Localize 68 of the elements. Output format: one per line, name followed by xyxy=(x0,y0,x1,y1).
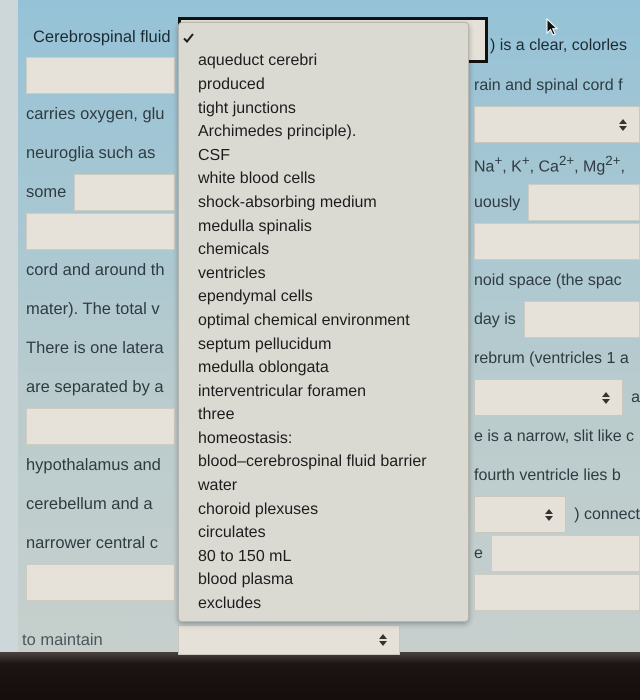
up-down-arrows-icon xyxy=(619,118,627,130)
dropdown-option[interactable]: interventricular foramen xyxy=(179,380,468,404)
worksheet-text: Cerebrospinal fluid xyxy=(33,28,171,47)
dropdown-option[interactable]: water xyxy=(179,474,468,498)
dropdown-option[interactable]: white blood cells xyxy=(179,168,468,192)
dropdown-option[interactable]: choroid plexuses xyxy=(179,498,468,522)
worksheet-text: Na$^{+}$, K$^{+}$, Ca$^{2+}$, Mg$^{2+}$, xyxy=(474,152,625,176)
dropdown-option[interactable]: three xyxy=(179,404,468,428)
worksheet-text: mater). The total v xyxy=(26,300,160,319)
worksheet-text: fourth ventricle lies b xyxy=(474,466,621,485)
dropdown-option[interactable]: ependymal cells xyxy=(179,286,468,310)
worksheet-text: carries oxygen, glu xyxy=(26,105,164,124)
worksheet-text: hypothalamus and xyxy=(26,456,161,475)
dropdown-option[interactable]: blood–cerebrospinal fluid barrier xyxy=(179,450,468,474)
dropdown-option[interactable]: shock-absorbing medium xyxy=(179,191,468,215)
worksheet-text: narrower central c xyxy=(26,534,158,553)
dropdown-option[interactable]: medulla spinalis xyxy=(179,214,468,238)
answer-field[interactable] xyxy=(26,564,175,601)
worksheet-text: rebrum (ventricles 1 a xyxy=(474,349,629,368)
dropdown-option[interactable]: optimal chemical environment xyxy=(179,309,468,333)
dropdown-option[interactable]: septum pellucidum xyxy=(179,332,468,356)
dropdown-option[interactable]: blood plasma xyxy=(179,568,468,592)
worksheet-text: rain and spinal cord f xyxy=(474,76,623,95)
worksheet-text: cerebellum and a xyxy=(26,495,153,514)
mouse-pointer-icon xyxy=(546,18,558,36)
worksheet-text: a xyxy=(631,388,640,407)
worksheet-text: day is xyxy=(474,310,516,329)
answer-field[interactable] xyxy=(474,223,640,260)
checkmark-icon xyxy=(183,32,194,43)
answer-select[interactable] xyxy=(474,379,624,416)
dropdown-option[interactable]: chemicals xyxy=(179,238,468,262)
answer-field[interactable] xyxy=(490,535,640,572)
dropdown-option[interactable]: excludes xyxy=(179,592,468,616)
up-down-arrows-icon xyxy=(379,634,387,646)
answer-field[interactable] xyxy=(26,57,175,94)
answer-select[interactable] xyxy=(474,496,566,533)
dropdown-option[interactable]: homeostasis: xyxy=(179,427,468,451)
worksheet-text: cord and around th xyxy=(26,261,165,280)
dropdown-option[interactable]: 80 to 150 mL xyxy=(179,545,468,569)
dropdown-option[interactable]: tight junctions xyxy=(179,96,468,120)
worksheet-text: e xyxy=(474,544,483,563)
up-down-arrows-icon xyxy=(545,508,554,520)
dropdown-option[interactable]: ventricles xyxy=(179,262,468,286)
worksheet-text: uously xyxy=(474,193,520,212)
answer-select[interactable] xyxy=(178,625,400,655)
dropdown-option[interactable]: medulla oblongata xyxy=(179,356,468,380)
worksheet-text: ) connect xyxy=(574,505,640,524)
dropdown-option[interactable]: CSF xyxy=(179,144,468,168)
dropdown-option[interactable]: aqueduct cerebri xyxy=(179,50,468,74)
worksheet-text: There is one latera xyxy=(26,339,164,358)
answer-field[interactable] xyxy=(528,184,640,221)
worksheet-text: e is a narrow, slit like c xyxy=(474,427,634,446)
dropdown-option[interactable]: circulates xyxy=(179,521,468,546)
worksheet-text: to maintain xyxy=(22,630,103,650)
dropdown-option[interactable]: Archimedes principle). xyxy=(179,120,468,144)
answer-field[interactable] xyxy=(474,574,640,611)
answer-field[interactable] xyxy=(524,301,640,338)
up-down-arrows-icon xyxy=(602,392,610,404)
answer-field[interactable] xyxy=(26,408,175,445)
answer-field[interactable] xyxy=(26,213,175,250)
worksheet-text: ) is a clear, colorles xyxy=(490,36,627,55)
worksheet-text: noid space (the spac xyxy=(474,271,622,290)
answer-select[interactable] xyxy=(474,106,640,143)
worksheet-text: some xyxy=(26,183,66,202)
dropdown-option[interactable]: produced xyxy=(179,73,468,97)
worksheet-text: are separated by a xyxy=(26,378,164,397)
answer-field[interactable] xyxy=(74,174,175,211)
worksheet-text: neuroglia such as xyxy=(26,144,156,163)
